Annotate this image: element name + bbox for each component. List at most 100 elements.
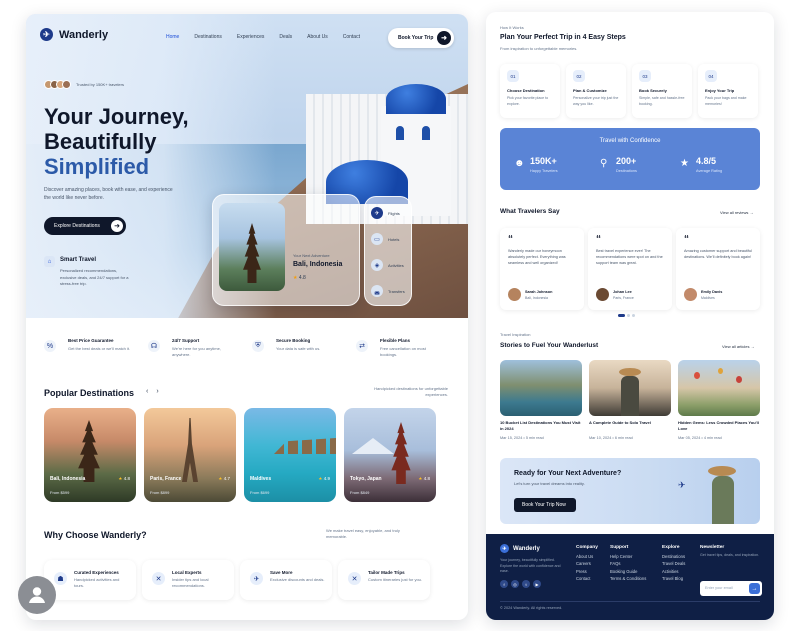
menu-transfers[interactable]: ◛ Transfers: [371, 285, 411, 297]
feature-desc: Free cancellation on most bookings.: [380, 346, 426, 357]
smart-travel-desc: Personalized recommendations, exclusive …: [60, 268, 129, 286]
story-image-balloons[interactable]: [678, 360, 760, 416]
footer-link[interactable]: Travel Deals: [662, 560, 685, 568]
story-title[interactable]: Hidden Gems: Less Crowded Places You'll …: [678, 420, 762, 432]
menu-hotels[interactable]: ▭ Hotels: [371, 233, 411, 245]
star-icon: ★: [680, 158, 689, 169]
blue-dome: [386, 84, 446, 114]
instagram-icon[interactable]: ◎: [511, 580, 519, 588]
nav-experiences[interactable]: Experiences: [237, 34, 265, 40]
dot-active[interactable]: [618, 314, 625, 317]
testimonial-card: “ Amazing customer support and beautiful …: [676, 228, 760, 310]
twitter-icon[interactable]: t: [522, 580, 530, 588]
guide-icon: ✕: [152, 572, 165, 585]
youtube-icon[interactable]: ▶: [533, 580, 541, 588]
footer-link[interactable]: Destinations: [662, 553, 685, 561]
featured-destination-card[interactable]: Your Next Adventure Bali, Indonesia ★ 4.…: [212, 194, 360, 306]
why-item: ✕ Local Experts Insider tips and local rec…: [142, 560, 234, 600]
destination-rating: ★ 4.7: [218, 476, 230, 482]
compass-icon: ☗: [54, 572, 67, 585]
why-item-desc: Custom itineraries just for you.: [368, 577, 423, 582]
prev-arrow-icon[interactable]: ‹: [146, 388, 148, 395]
footer-link[interactable]: FAQs: [610, 560, 646, 568]
step-card: 04 Enjoy Your Trip Pack your bags and make…: [698, 64, 758, 118]
stat-label: Destinations: [616, 169, 637, 173]
quote-icon: “: [508, 234, 513, 245]
book-trip-now-label: Book Your Trip Now: [522, 502, 566, 508]
footer-link[interactable]: Booking Guide: [610, 568, 646, 576]
view-all-reviews-link[interactable]: View all reviews →: [720, 210, 754, 215]
destination-card-maldives[interactable]: Maldives ★ 4.9 From $699: [244, 408, 336, 502]
testimonial-name: Emily Davis: [701, 290, 723, 294]
story-meta: Mar 10, 2024 • 6 min read: [589, 436, 633, 440]
explore-destinations-button[interactable]: Explore Destinations ➜: [44, 217, 126, 235]
avatar: [508, 288, 521, 301]
destination-card-paris[interactable]: Paris, France ★ 4.7 From $899: [144, 408, 236, 502]
footer-link[interactable]: Help Center: [610, 553, 646, 561]
arrow-right-icon: ➜: [437, 31, 451, 45]
step-desc: Simple, safe and hassle-free booking.: [639, 96, 685, 106]
nav-contact[interactable]: Contact: [343, 34, 360, 40]
story-meta: Mar 15, 2024 • 5 min read: [500, 436, 544, 440]
why-item-title: Save More: [270, 570, 293, 575]
map-pin-icon: ⌂: [44, 256, 55, 267]
footer-link[interactable]: Terms & Conditions: [610, 575, 646, 583]
testimonial-text: Wanderly made our honeymoon absolutely p…: [508, 249, 566, 265]
dot[interactable]: [632, 314, 635, 317]
user-icon: [29, 587, 45, 603]
featured-label: Your Next Adventure: [293, 253, 330, 258]
story-title[interactable]: A Complete Guide to Solo Travel: [589, 420, 673, 426]
church-window: [422, 126, 430, 140]
feature-title: 24/7 Support: [172, 338, 200, 343]
testimonial-location: Bali, Indonesia: [525, 296, 548, 300]
footer-tagline: Your journey, beautifully simplified. Ex…: [500, 558, 561, 573]
step-number: 04: [705, 70, 717, 82]
cta-title: Ready for Your Next Adventure?: [514, 470, 622, 477]
landing-page-right: How It Works Plan Your Perfect Trip in 4…: [486, 12, 774, 620]
story-image-lake[interactable]: [500, 360, 582, 416]
footer-col-title: Explore: [662, 545, 680, 550]
footer-link[interactable]: About Us: [576, 553, 598, 561]
destination-card-bali[interactable]: Bali, Indonesia ★ 4.8 From $599: [44, 408, 136, 502]
ticket-icon: ◈: [371, 259, 383, 271]
view-all-articles-link[interactable]: View all articles →: [722, 344, 755, 349]
logo[interactable]: ✈ Wanderly: [40, 28, 108, 41]
subscribe-button[interactable]: →: [749, 583, 760, 594]
why-choose-note: We make travel easy, enjoyable, and trul…: [326, 528, 400, 539]
destination-card-tokyo[interactable]: Tokyo, Japan ★ 4.8 From $849: [344, 408, 436, 502]
nav-destinations[interactable]: Destinations: [194, 34, 222, 40]
hero-title-line1: Your Journey,: [44, 104, 189, 129]
avatar: [596, 288, 609, 301]
footer-logo[interactable]: ✈ Wanderly: [500, 544, 540, 553]
newsletter-email-input[interactable]: Enter your email →: [700, 581, 762, 596]
footer-link[interactable]: Travel Blog: [662, 575, 685, 583]
plane-icon: ✈: [678, 480, 686, 490]
footer-link[interactable]: Contact: [576, 575, 598, 583]
menu-flights[interactable]: ✈ Flights: [371, 207, 411, 219]
footer-link[interactable]: Press: [576, 568, 598, 576]
newsletter-desc: Get travel tips, deals, and inspiration.: [700, 552, 760, 557]
menu-activities[interactable]: ◈ Activities: [371, 259, 411, 271]
dot[interactable]: [627, 314, 630, 317]
testimonial-location: Maldives: [701, 296, 715, 300]
trusted-badge: Trusted by 150K+ travelers: [44, 80, 124, 89]
feature-title: Secure Booking: [276, 338, 311, 343]
nav-deals[interactable]: Deals: [279, 34, 292, 40]
footer-link[interactable]: Careers: [576, 560, 598, 568]
story-title[interactable]: 10 Bucket List Destinations You Must Vis…: [500, 420, 584, 432]
footer-col-title: Company: [576, 545, 598, 550]
user-avatar-button[interactable]: [18, 576, 56, 614]
nav-home[interactable]: Home: [166, 34, 179, 40]
next-arrow-icon[interactable]: ›: [156, 388, 158, 395]
facebook-icon[interactable]: f: [500, 580, 508, 588]
book-trip-now-button[interactable]: Book Your Trip Now: [514, 498, 576, 512]
testimonials-title: What Travelers Say: [500, 208, 560, 215]
avatar: [684, 288, 697, 301]
nav-about[interactable]: About Us: [307, 34, 328, 40]
book-trip-button[interactable]: Book Your Trip ➜: [388, 28, 454, 48]
how-it-works-eyebrow: How It Works: [500, 25, 524, 30]
why-item-desc: Exclusive discounts and deals.: [270, 577, 325, 582]
footer-link[interactable]: Activities: [662, 568, 685, 576]
destination-price: From $899: [150, 490, 170, 495]
story-image-solo-traveler[interactable]: [589, 360, 671, 416]
